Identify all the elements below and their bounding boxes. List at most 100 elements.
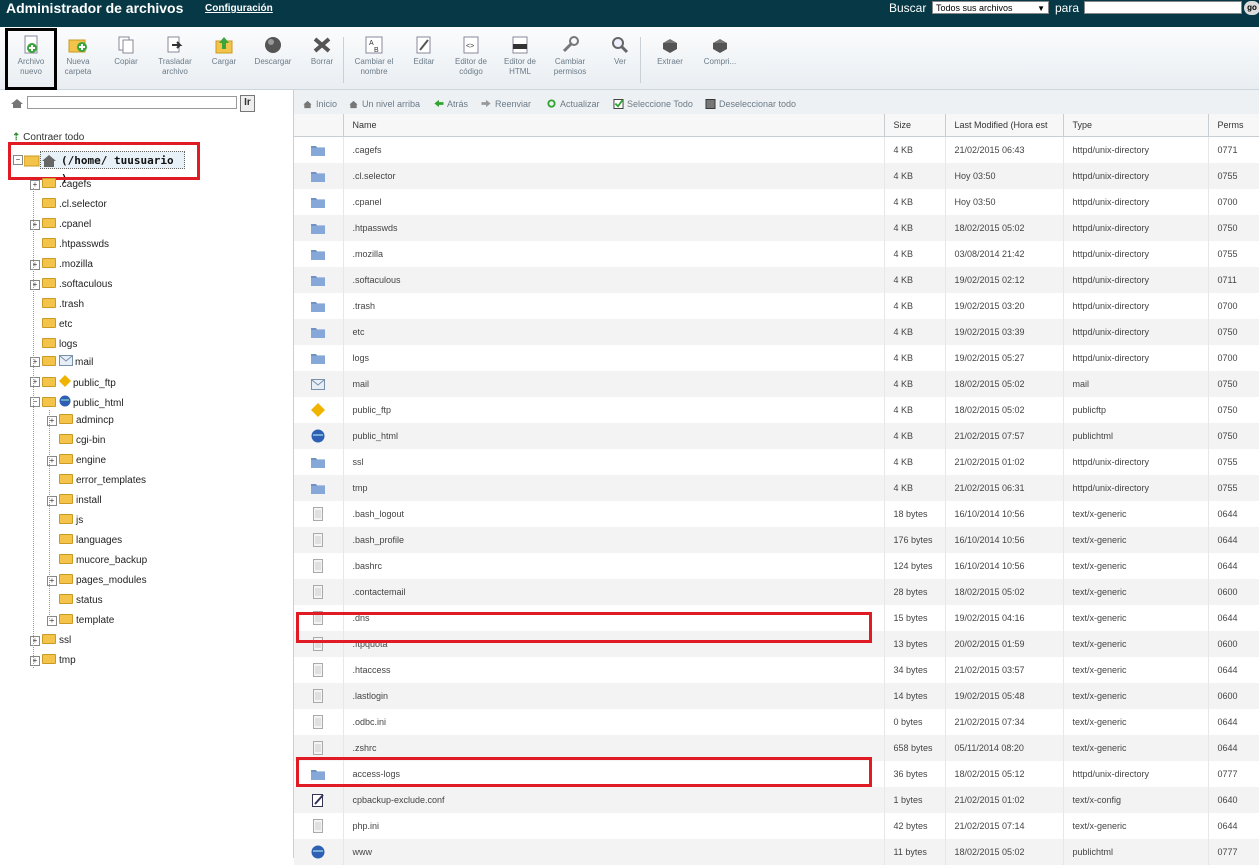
tree-item[interactable]: .softaculous [42,278,112,290]
file-name[interactable]: .cl.selector [343,163,885,189]
path-go-button[interactable]: Ir [240,95,255,112]
tree-item[interactable]: ssl [42,634,71,646]
rename-button[interactable]: A B Cambiar el nombre [349,35,399,77]
file-name[interactable]: .bash_profile [343,527,885,553]
tree-item[interactable]: status [59,594,103,606]
file-perms[interactable]: 0750 [1208,215,1259,241]
config-link[interactable]: Configuración [205,3,273,14]
table-row[interactable]: .bash_logout 18 bytes 16/10/2014 10:56 text… [294,501,1259,527]
tree-item[interactable]: template [59,614,114,626]
deselect-all-button[interactable]: Deseleccionar todo [705,99,796,109]
table-row[interactable]: mail 4 KB 18/02/2015 05:02 mail 0750 [294,371,1259,397]
table-row[interactable]: cpbackup-exclude.conf 1 bytes 21/02/2015 0… [294,787,1259,813]
new-folder-button[interactable]: Nueva carpeta [53,35,103,77]
code-editor-button[interactable]: <> Editor de código [446,35,496,77]
tree-item[interactable]: install [59,494,102,506]
file-perms[interactable]: 0777 [1208,839,1259,865]
search-scope-select[interactable]: Todos sus archivos ▼ [932,1,1049,14]
table-row[interactable]: .softaculous 4 KB 19/02/2015 02:12 httpd/un… [294,267,1259,293]
tree-expand-toggle[interactable]: + [30,636,40,646]
tree-item[interactable]: pages_modules [59,574,147,586]
table-row[interactable]: www 11 bytes 18/02/2015 05:02 publichtml 077… [294,839,1259,865]
search-input[interactable] [1084,1,1242,14]
file-name[interactable]: tmp [343,475,885,501]
file-perms[interactable]: 0755 [1208,449,1259,475]
refresh-button[interactable]: Actualizar [546,99,600,109]
tree-item[interactable]: mail [42,355,93,368]
tree-expand-toggle[interactable]: + [30,656,40,666]
file-name[interactable]: .cagefs [343,136,885,163]
tree-item[interactable]: admincp [59,414,114,426]
file-name[interactable]: public_ftp [343,397,885,423]
file-name[interactable]: public_html [343,423,885,449]
file-name[interactable]: .trash [343,293,885,319]
file-perms[interactable]: 0755 [1208,475,1259,501]
table-row[interactable]: .cl.selector 4 KB Hoy 03:50 httpd/unix-dire… [294,163,1259,189]
path-input[interactable] [27,96,237,109]
tree-item[interactable]: public_ftp [42,375,116,389]
file-name[interactable]: .bashrc [343,553,885,579]
compress-button[interactable]: Compri... [695,35,745,67]
tree-item[interactable]: js [59,514,83,526]
html-editor-button[interactable]: Editor de HTML [495,35,545,77]
file-name[interactable]: logs [343,345,885,371]
file-name[interactable]: .bash_logout [343,501,885,527]
select-all-button[interactable]: Seleccione Todo [613,99,693,109]
tree-item[interactable]: cgi-bin [59,434,105,446]
tree-expand-toggle[interactable]: + [30,220,40,230]
copy-button[interactable]: Copiar [101,35,151,67]
table-row[interactable]: .odbc.ini 0 bytes 21/02/2015 07:34 text/x-g… [294,709,1259,735]
tree-item[interactable]: .cl.selector [42,198,107,210]
tree-expand-toggle[interactable]: + [30,260,40,270]
tree-item[interactable]: logs [42,338,77,350]
name-column-header[interactable]: Name [343,114,885,137]
file-name[interactable]: .odbc.ini [343,709,885,735]
home-button[interactable]: Inicio [302,99,337,109]
file-name[interactable]: etc [343,319,885,345]
file-perms[interactable]: 0750 [1208,319,1259,345]
file-perms[interactable]: 0644 [1208,657,1259,683]
tree-item[interactable]: mucore_backup [59,554,147,566]
upload-button[interactable]: Cargar [199,35,249,67]
type-column-header[interactable]: Type [1063,114,1209,137]
file-name[interactable]: mail [343,371,885,397]
table-row[interactable]: .bashrc 124 bytes 16/10/2014 10:56 text/x-g… [294,553,1259,579]
up-level-button[interactable]: Un nivel arriba [348,99,420,109]
file-name[interactable]: .cpanel [343,189,885,215]
table-row[interactable]: public_html 4 KB 21/02/2015 07:57 publichtm… [294,423,1259,449]
file-perms[interactable]: 0644 [1208,553,1259,579]
search-go-button[interactable]: go [1244,1,1259,15]
delete-button[interactable]: Borrar [297,35,347,67]
file-perms[interactable]: 0644 [1208,709,1259,735]
tree-item[interactable]: engine [59,454,106,466]
tree-item[interactable]: .trash [42,298,84,310]
tree-item[interactable]: .mozilla [42,258,93,270]
table-row[interactable]: .mozilla 4 KB 03/08/2014 21:42 httpd/unix-d… [294,241,1259,267]
permissions-button[interactable]: Cambiar permisos [545,35,595,77]
file-perms[interactable]: 0711 [1208,267,1259,293]
file-perms[interactable]: 0644 [1208,735,1259,761]
file-perms[interactable]: 0640 [1208,787,1259,813]
file-perms[interactable]: 0644 [1208,501,1259,527]
table-row[interactable]: php.ini 42 bytes 21/02/2015 07:14 text/x-ge… [294,813,1259,839]
tree-item[interactable]: .cagefs [42,178,91,190]
tree-expand-toggle[interactable]: + [30,280,40,290]
file-perms[interactable]: 0755 [1208,163,1259,189]
modified-column-header[interactable]: Last Modified (Hora est [945,114,1064,137]
tree-expand-toggle[interactable]: + [30,180,40,190]
tree-item[interactable]: error_templates [59,474,146,486]
file-name[interactable]: .htaccess [343,657,885,683]
file-perms[interactable]: 0777 [1208,761,1259,787]
table-row[interactable]: public_ftp 4 KB 18/02/2015 05:02 publicftp 0… [294,397,1259,423]
file-perms[interactable]: 0750 [1208,423,1259,449]
file-perms[interactable]: 0600 [1208,683,1259,709]
file-name[interactable]: .mozilla [343,241,885,267]
file-perms[interactable]: 0700 [1208,189,1259,215]
tree-expand-toggle[interactable]: + [30,377,40,387]
table-row[interactable]: etc 4 KB 19/02/2015 03:39 httpd/unix-direct… [294,319,1259,345]
size-column-header[interactable]: Size [884,114,946,137]
file-name[interactable]: .htpasswds [343,215,885,241]
tree-expand-toggle[interactable]: − [30,397,40,407]
table-row[interactable]: .contactemail 28 bytes 18/02/2015 05:02 tex… [294,579,1259,605]
file-perms[interactable]: 0750 [1208,371,1259,397]
